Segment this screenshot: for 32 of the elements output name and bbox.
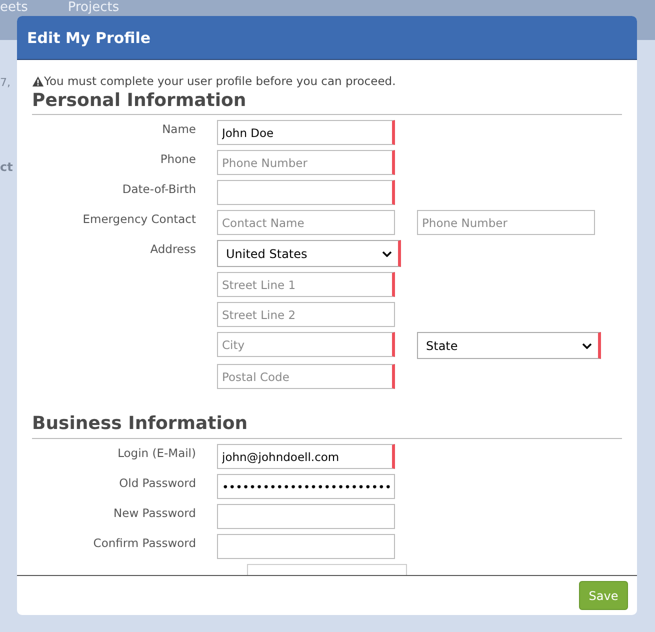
input-field[interactable]: Phone Number <box>217 150 395 175</box>
input-field[interactable]: john@johndoell.com <box>217 444 395 469</box>
dropdown[interactable]: United States <box>217 240 401 267</box>
chevron-down-icon <box>382 250 392 256</box>
field-label: Emergency Contact <box>82 212 196 226</box>
input-field[interactable] <box>217 504 395 529</box>
notice-text: You must complete your user profile before you can proceed. <box>44 74 396 88</box>
input-field[interactable]: ••••••••••••••••••••••••• <box>217 474 395 499</box>
field-label: Confirm Password <box>93 536 196 550</box>
input-field[interactable]: Contact Name <box>217 210 395 235</box>
field-label: Phone <box>160 152 196 166</box>
input-field[interactable] <box>217 534 395 559</box>
field-label: Address <box>150 242 196 256</box>
input-field[interactable]: Postal Code <box>217 364 395 389</box>
input-field[interactable]: City <box>217 332 395 357</box>
field-label: Old Password <box>119 476 196 490</box>
chevron-down-icon <box>582 342 592 348</box>
field-label: Login (E-Mail) <box>118 446 196 460</box>
input-field[interactable]: Phone Number <box>417 210 595 235</box>
input-field[interactable]: Street Line 1 <box>217 272 395 297</box>
background-heading: ct <box>0 160 13 174</box>
input-field[interactable] <box>217 180 395 205</box>
dropdown[interactable]: State <box>417 332 601 359</box>
field-label: Name <box>162 122 196 136</box>
warning-icon <box>32 76 44 86</box>
section-heading: Business Information <box>32 413 622 439</box>
input-field[interactable]: Street Line 2 <box>217 302 395 327</box>
background-field: 7, <box>0 76 10 89</box>
dialog-title: Edit My Profile <box>27 28 151 46</box>
field-label: New Password <box>114 506 196 520</box>
field-label: Date-of-Birth <box>122 182 196 196</box>
section-heading: Personal Information <box>32 90 622 115</box>
